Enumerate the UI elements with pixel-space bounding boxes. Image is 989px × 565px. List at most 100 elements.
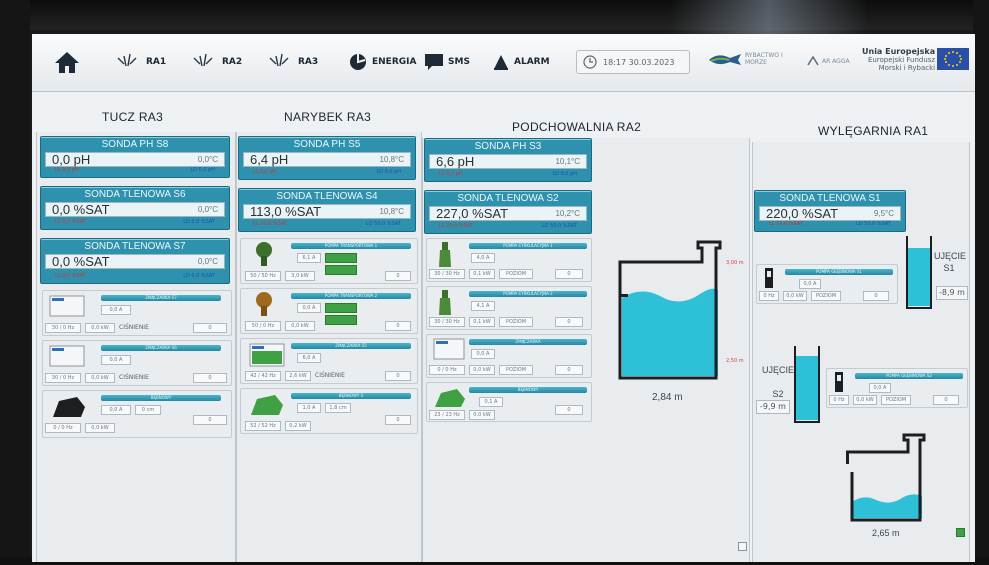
nav-sms-button[interactable]: SMS	[424, 46, 470, 78]
narybek-drum-filter-set[interactable]: 0	[385, 415, 411, 425]
sonda-tlenowa-s1[interactable]: SONDA TLENOWA S1 220,0 %SAT 9,5°C LL 70,0…	[754, 190, 906, 232]
podchowalnia-checkbox[interactable]	[738, 542, 747, 551]
narybek-pump-2-status-b	[325, 315, 357, 325]
podchowalnia-tank-level: 2,84 m	[652, 392, 683, 403]
narybek-pump-1-current: 6,1 A	[297, 253, 321, 263]
top-toolbar: RA1 RA2 RA3 ENERGIA SMS ALARM 18:17 30.0…	[32, 34, 975, 92]
narybek-aerator-mode: CIŚNIENIE	[315, 372, 345, 379]
nav-ra1-button[interactable]: RA1	[116, 46, 166, 78]
tucz-pump-1[interactable]: ZMĄCZARKA S7 0,0 A 30 / 0 Hz 0,0 kW CIŚN…	[42, 290, 232, 336]
ujecie-s2-value: -9,9 m	[756, 400, 790, 414]
podchowalnia-tank	[618, 240, 722, 380]
podchowalnia-pump-1-freq: 30 / 30 Hz	[429, 269, 465, 279]
narybek-pump-1[interactable]: POMPA TRANSPORTOWA 1 6,1 A 50 / 50 Hz 3,…	[240, 238, 418, 284]
tucz-pump-1-set[interactable]: 0	[193, 323, 227, 333]
narybek-aerator[interactable]: ZMĄCZARKA S5 6,0 A 42 / 42 Hz 2,6 kW CIŚ…	[240, 338, 418, 384]
podchowalnia-pump-2[interactable]: POMPA CYRKULACYJNA 2 4,1 A 30 / 30 Hz 0,…	[426, 286, 592, 330]
nav-alarm-label: ALARM	[514, 57, 550, 67]
narybek-pump-2[interactable]: POMPA TRANSPORTOWA 2 0,0 A 50 / 0 Hz 0,0…	[240, 288, 418, 334]
podchowalnia-blower[interactable]: ZMĄCZARKA 0,0 A 0 / 0 Hz 0,0 kW POZIOM 0	[426, 334, 592, 378]
eu-flag-icon	[937, 48, 969, 70]
podchowalnia-blower-set[interactable]: 0	[555, 365, 583, 375]
sonda-tlenowa-s6-title: SONDA TLENOWA S6	[84, 189, 186, 200]
ujecie-s1-label-1: UJĘCIE	[934, 251, 967, 261]
tucz-pump-2-power: 0,0 kW	[85, 373, 115, 383]
section-title-narybek: NARYBEK RA3	[284, 110, 372, 124]
podchowalnia-pump-1-power: 0,1 kW	[469, 269, 495, 279]
sonda-tlenowa-s4[interactable]: SONDA TLENOWA S4 113,0 %SAT 10,8°C LL 70,…	[238, 188, 416, 232]
wylegarnia-pump-1-set[interactable]: 0	[863, 291, 889, 301]
podchowalnia-pump-2-mode[interactable]: POZIOM	[499, 317, 533, 327]
nav-ra3-button[interactable]: RA3	[268, 46, 318, 78]
wylegarnia-pump-2-set[interactable]: 0	[933, 395, 959, 405]
sonda-ph-s3-lo: LL 0,0 pH	[439, 171, 463, 177]
narybek-pump-1-status-b	[325, 265, 357, 275]
aerator-icon	[249, 343, 285, 367]
monitor-bezel-left	[0, 0, 30, 565]
arimr-logo-text: AR AGGA	[822, 57, 850, 65]
sonda-ph-s5[interactable]: SONDA PH S5 6,4 pH 10,8°C LL 0,0 pH LO 0,0…	[238, 136, 416, 180]
nav-alarm-button[interactable]: ALARM	[492, 46, 550, 78]
sonda-tlenowa-s7-value: 0,0 %SAT	[52, 254, 110, 269]
podchowalnia-pump-1-mode[interactable]: POZIOM	[499, 269, 533, 279]
podchowalnia-pump-2-current: 4,1 A	[471, 301, 495, 311]
sonda-ph-s8-title: SONDA PH S8	[101, 139, 169, 150]
tank-mark-bottom: 2,50 m	[726, 358, 744, 364]
sonda-tlenowa-s7[interactable]: SONDA TLENOWA S7 0,0 %SAT 0,0°C LL 0,0 %S…	[40, 238, 230, 284]
alarm-icon	[494, 55, 508, 70]
podchowalnia-drum-filter-current: 0,1 A	[479, 397, 503, 407]
sonda-ph-s3[interactable]: SONDA PH S3 6,6 pH 10,1°C LL 0,0 pH LO 0,0…	[424, 138, 592, 182]
wylegarnia-status-indicator[interactable]	[956, 528, 965, 537]
narybek-aerator-set[interactable]: 0	[385, 371, 411, 381]
home-button[interactable]	[54, 46, 80, 78]
section-title-wylegarnia: WYLĘGARNIA RA1	[818, 124, 929, 138]
agency-logo-icon	[807, 56, 819, 66]
podchowalnia-pump-2-set[interactable]: 0	[555, 317, 583, 327]
nav-energia-button[interactable]: ENERGIA	[348, 46, 416, 78]
pump-icon	[193, 53, 213, 67]
tucz-drum-filter[interactable]: BĘBNOWY 0,0 A 0 cm 0 / 0 Hz 0,0 kW 0	[42, 390, 232, 438]
podchowalnia-drum-filter-freq: 23 / 23 Hz	[429, 410, 465, 420]
nav-ra2-label: RA2	[222, 57, 243, 67]
sonda-tlenowa-s6[interactable]: SONDA TLENOWA S6 0,0 %SAT 0,0°C LL 0,0 %S…	[40, 186, 230, 230]
narybek-drum-filter[interactable]: BĘBNOWY S 1,0 A 1,8 cm 52 / 52 Hz 0,2 kW…	[240, 388, 418, 434]
tucz-pump-1-current: 0,0 A	[101, 305, 131, 315]
monitor-bezel-right	[973, 0, 989, 565]
podchowalnia-drum-filter[interactable]: BĘBNOWY 0,1 A 23 / 23 Hz 0,0 kW 0	[426, 382, 592, 422]
tank-mark-top: 3,00 m	[726, 260, 744, 266]
sonda-ph-s8[interactable]: SONDA PH S8 0,0 pH 0,0°C LL 0,0 pH LO 0,0 …	[40, 136, 230, 178]
wylegarnia-pump-2-power: 0,0 kW	[853, 395, 877, 405]
podchowalnia-pump-1-set[interactable]: 0	[555, 269, 583, 279]
wylegarnia-pump-2-mode[interactable]: POZIOM	[881, 395, 911, 405]
tucz-drum-filter-power: 0,0 kW	[85, 423, 115, 433]
tucz-pump-2[interactable]: ZMĄCZARKA S6 0,0 A 30 / 0 Hz 0,0 kW CIŚN…	[42, 340, 232, 386]
sonda-tlenowa-s2[interactable]: SONDA TLENOWA S2 227,0 %SAT 10,2°C LL 70,…	[424, 190, 592, 234]
narybek-pump-1-bar: POMPA TRANSPORTOWA 1	[291, 243, 411, 249]
tucz-drum-filter-set[interactable]: 0	[193, 415, 227, 425]
wylegarnia-pump-2[interactable]: POMPA GŁĘBINOWA S2 0,0 A 0 Hz 0,0 kW POZ…	[826, 368, 968, 408]
sonda-tlenowa-s1-hi: LO 50,0 %SAT	[856, 221, 891, 227]
wylegarnia-pump-1-mode[interactable]: POZIOM	[811, 291, 841, 301]
pump-icon	[117, 53, 137, 67]
narybek-pump-1-set[interactable]: 0	[385, 271, 411, 281]
circulation-pump-icon	[439, 242, 451, 267]
tucz-pump-2-set[interactable]: 0	[193, 373, 227, 383]
circulation-pump-icon	[439, 290, 451, 315]
podchowalnia-pump-1[interactable]: POMPA CYRKULACYJNA 1 4,0 A 30 / 30 Hz 0,…	[426, 238, 592, 282]
sonda-ph-s3-title: SONDA PH S3	[474, 141, 542, 152]
tucz-pump-1-freq: 30 / 0 Hz	[45, 323, 81, 333]
nav-ra3-label: RA3	[298, 57, 319, 67]
nav-ra2-button[interactable]: RA2	[192, 46, 242, 78]
sonda-tlenowa-s6-hi: LO 0,0 %SAT	[183, 219, 215, 225]
narybek-pump-2-freq: 50 / 0 Hz	[245, 321, 281, 331]
sonda-tlenowa-s6-lo: LL 0,0 %SAT	[55, 219, 86, 225]
podchowalnia-pump-1-current: 4,0 A	[471, 253, 495, 263]
podchowalnia-drum-filter-set[interactable]: 0	[555, 405, 583, 415]
wylegarnia-pump-1-power: 0,0 kW	[783, 291, 807, 301]
wylegarnia-pump-1[interactable]: POMPA GŁĘBINOWA S1 0,0 A 0 Hz 0,0 kW POZ…	[756, 264, 898, 304]
wylegarnia-pump-1-current: 0,0 A	[799, 279, 821, 289]
drum-filter-icon	[435, 389, 465, 407]
podchowalnia-blower-mode[interactable]: POZIOM	[499, 365, 533, 375]
narybek-pump-2-set[interactable]: 0	[385, 321, 411, 331]
tucz-pump-1-power: 0,0 kW	[85, 323, 115, 333]
